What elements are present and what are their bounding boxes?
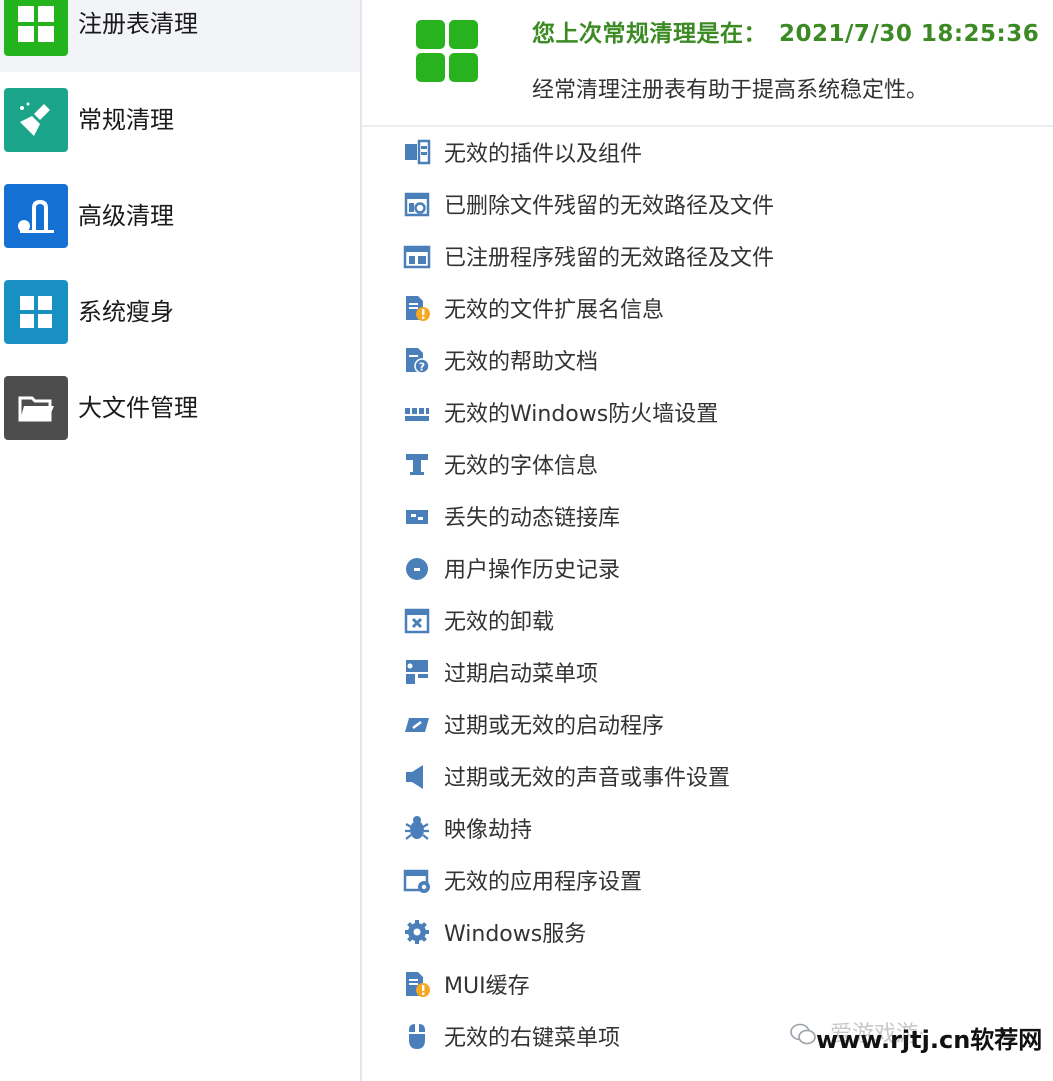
- list-item-label: 用户操作历史记录: [444, 558, 621, 583]
- help-doc-icon: ?: [402, 345, 432, 375]
- list-item[interactable]: 无效的应用程序设置: [402, 860, 1022, 900]
- sound-icon: [402, 761, 432, 791]
- list-item-label: 过期启动菜单项: [444, 662, 599, 687]
- list-item-label: 无效的应用程序设置: [444, 870, 643, 895]
- list-item-label: 过期或无效的声音或事件设置: [444, 766, 731, 791]
- list-item[interactable]: 无效的文件扩展名信息: [402, 288, 1022, 328]
- list-item[interactable]: ? 无效的帮助文档: [402, 340, 1022, 380]
- font-icon: [402, 449, 432, 479]
- list-item[interactable]: MUI缓存: [402, 964, 1022, 1004]
- watermark: 爱游戏游· www.rjtj.cn软荐网: [790, 1012, 1050, 1058]
- sidebar-item-label: 大文件管理: [78, 394, 198, 422]
- list-item-label: 无效的卸载: [444, 610, 555, 635]
- start-menu-icon: [402, 657, 432, 687]
- service-gear-icon: [402, 917, 432, 947]
- list-item[interactable]: 无效的Windows防火墙设置: [402, 392, 1022, 432]
- sidebar-item-regular-clean[interactable]: 常规清理: [0, 84, 360, 156]
- watermark-text: www.rjtj.cn软荐网: [816, 1026, 1043, 1054]
- list-item-label: 映像劫持: [444, 818, 533, 843]
- vacuum-icon: [4, 184, 68, 248]
- list-item[interactable]: 已删除文件残留的无效路径及文件: [402, 184, 1022, 224]
- folder-icon: [4, 376, 68, 440]
- list-item-label: 无效的文件扩展名信息: [444, 298, 665, 323]
- sidebar-item-advanced-clean[interactable]: 高级清理: [0, 180, 360, 252]
- firewall-icon: [402, 397, 432, 427]
- list-item[interactable]: 已注册程序残留的无效路径及文件: [402, 236, 1022, 276]
- history-icon: [402, 553, 432, 583]
- list-item[interactable]: 丢失的动态链接库: [402, 496, 1022, 536]
- list-item[interactable]: 无效的字体信息: [402, 444, 1022, 484]
- sidebar-item-label: 注册表清理: [78, 10, 198, 38]
- list-item[interactable]: 过期或无效的启动程序: [402, 704, 1022, 744]
- sidebar-item-system-slim[interactable]: 系统瘦身: [0, 276, 360, 348]
- dll-icon: [402, 501, 432, 531]
- sidebar-item-label: 系统瘦身: [78, 298, 174, 326]
- bug-icon: [402, 813, 432, 843]
- uninstall-icon: [402, 605, 432, 635]
- list-item-label: 已注册程序残留的无效路径及文件: [444, 246, 775, 271]
- registry-logo-icon: [416, 20, 480, 84]
- list-item[interactable]: 过期或无效的声音或事件设置: [402, 756, 1022, 796]
- last-clean-label: 您上次常规清理是在：: [532, 21, 767, 47]
- list-item-label: 无效的插件以及组件: [444, 142, 643, 167]
- list-item[interactable]: 用户操作历史记录: [402, 548, 1022, 588]
- chat-bubble-icon: [790, 1023, 816, 1045]
- list-item[interactable]: 映像劫持: [402, 808, 1022, 848]
- app-window: 注册表清理 常规清理 高级清理 系统瘦身 大文件管理 您上次常规清理是在： 20…: [0, 0, 1053, 1081]
- registry-tip: 经常清理注册表有助于提高系统稳定性。: [532, 78, 929, 103]
- list-item-label: 无效的帮助文档: [444, 350, 599, 375]
- startup-program-icon: [402, 709, 432, 739]
- clean-status-header: 您上次常规清理是在： 2021/7/30 18:25:36 经常清理注册表有助于提…: [362, 0, 1053, 127]
- grid-icon: [4, 0, 68, 56]
- list-item-label: 无效的右键菜单项: [444, 1026, 621, 1051]
- list-item-label: 已删除文件残留的无效路径及文件: [444, 194, 775, 219]
- program-window-icon: [402, 241, 432, 271]
- last-clean-status: 您上次常规清理是在： 2021/7/30 18:25:36: [532, 14, 1039, 48]
- mui-cache-icon: [402, 969, 432, 999]
- mouse-icon: [402, 1021, 432, 1051]
- list-item[interactable]: 无效的插件以及组件: [402, 132, 1022, 172]
- list-item-label: 丢失的动态链接库: [444, 506, 621, 531]
- last-clean-time: 2021/7/30 18:25:36: [779, 21, 1040, 47]
- svg-text:?: ?: [419, 361, 425, 374]
- sidebar-item-registry-clean[interactable]: 注册表清理: [0, 0, 360, 72]
- list-item-label: MUI缓存: [444, 974, 530, 999]
- list-item-label: 过期或无效的启动程序: [444, 714, 665, 739]
- sidebar-item-large-files[interactable]: 大文件管理: [0, 372, 360, 444]
- sidebar-item-label: 高级清理: [78, 202, 174, 230]
- list-item[interactable]: 过期启动菜单项: [402, 652, 1022, 692]
- list-item-label: 无效的Windows防火墙设置: [444, 402, 719, 427]
- list-item-label: 无效的字体信息: [444, 454, 599, 479]
- list-item[interactable]: Windows服务: [402, 912, 1022, 952]
- list-item-label: Windows服务: [444, 922, 587, 947]
- broom-icon: [4, 88, 68, 152]
- file-warning-icon: [402, 293, 432, 323]
- sidebar: 注册表清理 常规清理 高级清理 系统瘦身 大文件管理: [0, 0, 362, 1081]
- list-item[interactable]: 无效的卸载: [402, 600, 1022, 640]
- deleted-file-icon: [402, 189, 432, 219]
- sidebar-item-label: 常规清理: [78, 106, 174, 134]
- windows-icon: [4, 280, 68, 344]
- plugin-icon: [402, 137, 432, 167]
- app-settings-icon: [402, 865, 432, 895]
